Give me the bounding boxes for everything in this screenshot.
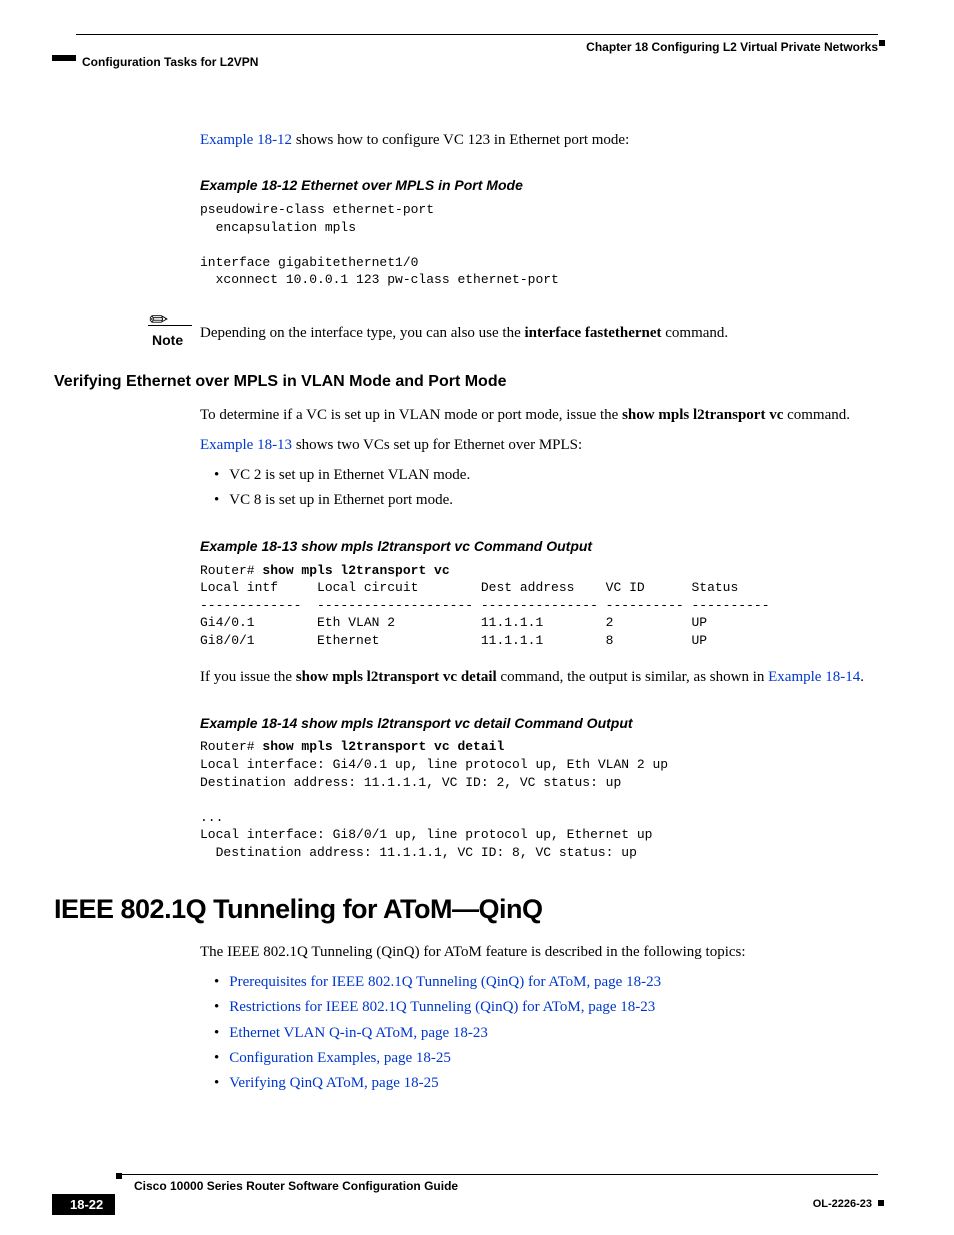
footer-rule [122,1174,878,1175]
verify-p3-mid: command, the output is similar, as shown… [497,669,768,685]
verify-bullets: VC 2 is set up in Ethernet VLAN mode. VC… [200,465,878,511]
intro-text: shows how to configure VC 123 in Etherne… [292,132,629,148]
link-restrictions[interactable]: Restrictions for IEEE 802.1Q Tunneling (… [229,999,655,1015]
example-12-code: pseudowire-class ethernet-port encapsula… [200,201,878,289]
list-item: VC 2 is set up in Ethernet VLAN mode. [200,465,878,485]
output: Local interface: Gi4/0.1 up, line protoc… [200,757,668,860]
verify-p1-pre: To determine if a VC is set up in VLAN m… [200,407,622,423]
verify-p1: To determine if a VC is set up in VLAN m… [200,405,878,425]
link-prereq[interactable]: Prerequisites for IEEE 802.1Q Tunneling … [229,974,661,990]
qinq-intro: The IEEE 802.1Q Tunneling (QinQ) for ATo… [200,942,878,962]
prompt: Router# [200,563,262,578]
page-container: Chapter 18 Configuring L2 Virtual Privat… [0,0,954,1235]
verify-p2-rest: shows two VCs set up for Ethernet over M… [292,437,582,453]
example-12-title: Example 18-12 Ethernet over MPLS in Port… [200,176,878,195]
content-area: Example 18-12 shows how to configure VC … [200,120,878,1098]
list-item: Prerequisites for IEEE 802.1Q Tunneling … [200,972,878,992]
link-vlan-qinq[interactable]: Ethernet VLAN Q-in-Q AToM, page 18-23 [229,1025,488,1041]
footer-decor-square-right [878,1200,884,1206]
header-rule [76,34,878,35]
prompt: Router# [200,739,262,754]
example-14-code: Router# show mpls l2transport vc detail … [200,738,878,861]
output: Local intf Local circuit Dest address VC… [200,580,770,648]
list-item: Restrictions for IEEE 802.1Q Tunneling (… [200,997,878,1017]
list-item: VC 8 is set up in Ethernet port mode. [200,490,878,510]
header-section: Configuration Tasks for L2VPN [82,55,258,69]
verify-p3-bold: show mpls l2transport vc detail [296,669,497,685]
heading-qinq: IEEE 802.1Q Tunneling for AToM—QinQ [54,891,878,927]
cmd-bold: show mpls l2transport vc detail [262,739,504,754]
example-13-code: Router# show mpls l2transport vc Local i… [200,562,878,650]
link-config-examples[interactable]: Configuration Examples, page 18-25 [229,1050,451,1066]
note-block: ✎ Note Depending on the interface type, … [200,323,878,343]
note-underline [148,325,192,326]
verify-p3-post: . [860,669,864,685]
heading-verify: Verifying Ethernet over MPLS in VLAN Mod… [54,371,878,393]
header-decor-square [879,40,885,46]
note-text-bold: interface fastethernet [524,325,661,341]
example-14-title: Example 18-14 show mpls l2transport vc d… [200,714,878,733]
intro-paragraph: Example 18-12 shows how to configure VC … [200,130,878,150]
note-label: Note [152,331,183,350]
note-text-pre: Depending on the interface type, you can… [200,325,524,341]
example-13-title: Example 18-13 show mpls l2transport vc C… [200,537,878,556]
footer-title: Cisco 10000 Series Router Software Confi… [134,1179,458,1193]
list-item: Ethernet VLAN Q-in-Q AToM, page 18-23 [200,1023,878,1043]
qinq-links: Prerequisites for IEEE 802.1Q Tunneling … [200,972,878,1093]
link-verify-qinq[interactable]: Verifying QinQ AToM, page 18-25 [229,1075,438,1091]
footer-docid: OL-2226-23 [813,1198,872,1210]
verify-p2: Example 18-13 shows two VCs set up for E… [200,435,878,455]
verify-p1-post: command. [783,407,850,423]
verify-p1-bold: show mpls l2transport vc [622,407,783,423]
verify-p3-pre: If you issue the [200,669,296,685]
note-text-post: command. [662,325,729,341]
list-item: Configuration Examples, page 18-25 [200,1048,878,1068]
header-chapter: Chapter 18 Configuring L2 Virtual Privat… [586,40,878,54]
list-item: Verifying QinQ AToM, page 18-25 [200,1073,878,1093]
page-number-badge: 18-22 [52,1194,115,1215]
link-example-18-12[interactable]: Example 18-12 [200,132,292,148]
link-example-18-14[interactable]: Example 18-14 [768,669,860,685]
verify-p3: If you issue the show mpls l2transport v… [200,667,878,687]
header-decor-bar [52,55,76,61]
link-example-18-13[interactable]: Example 18-13 [200,437,292,453]
cmd-bold: show mpls l2transport vc [262,563,449,578]
